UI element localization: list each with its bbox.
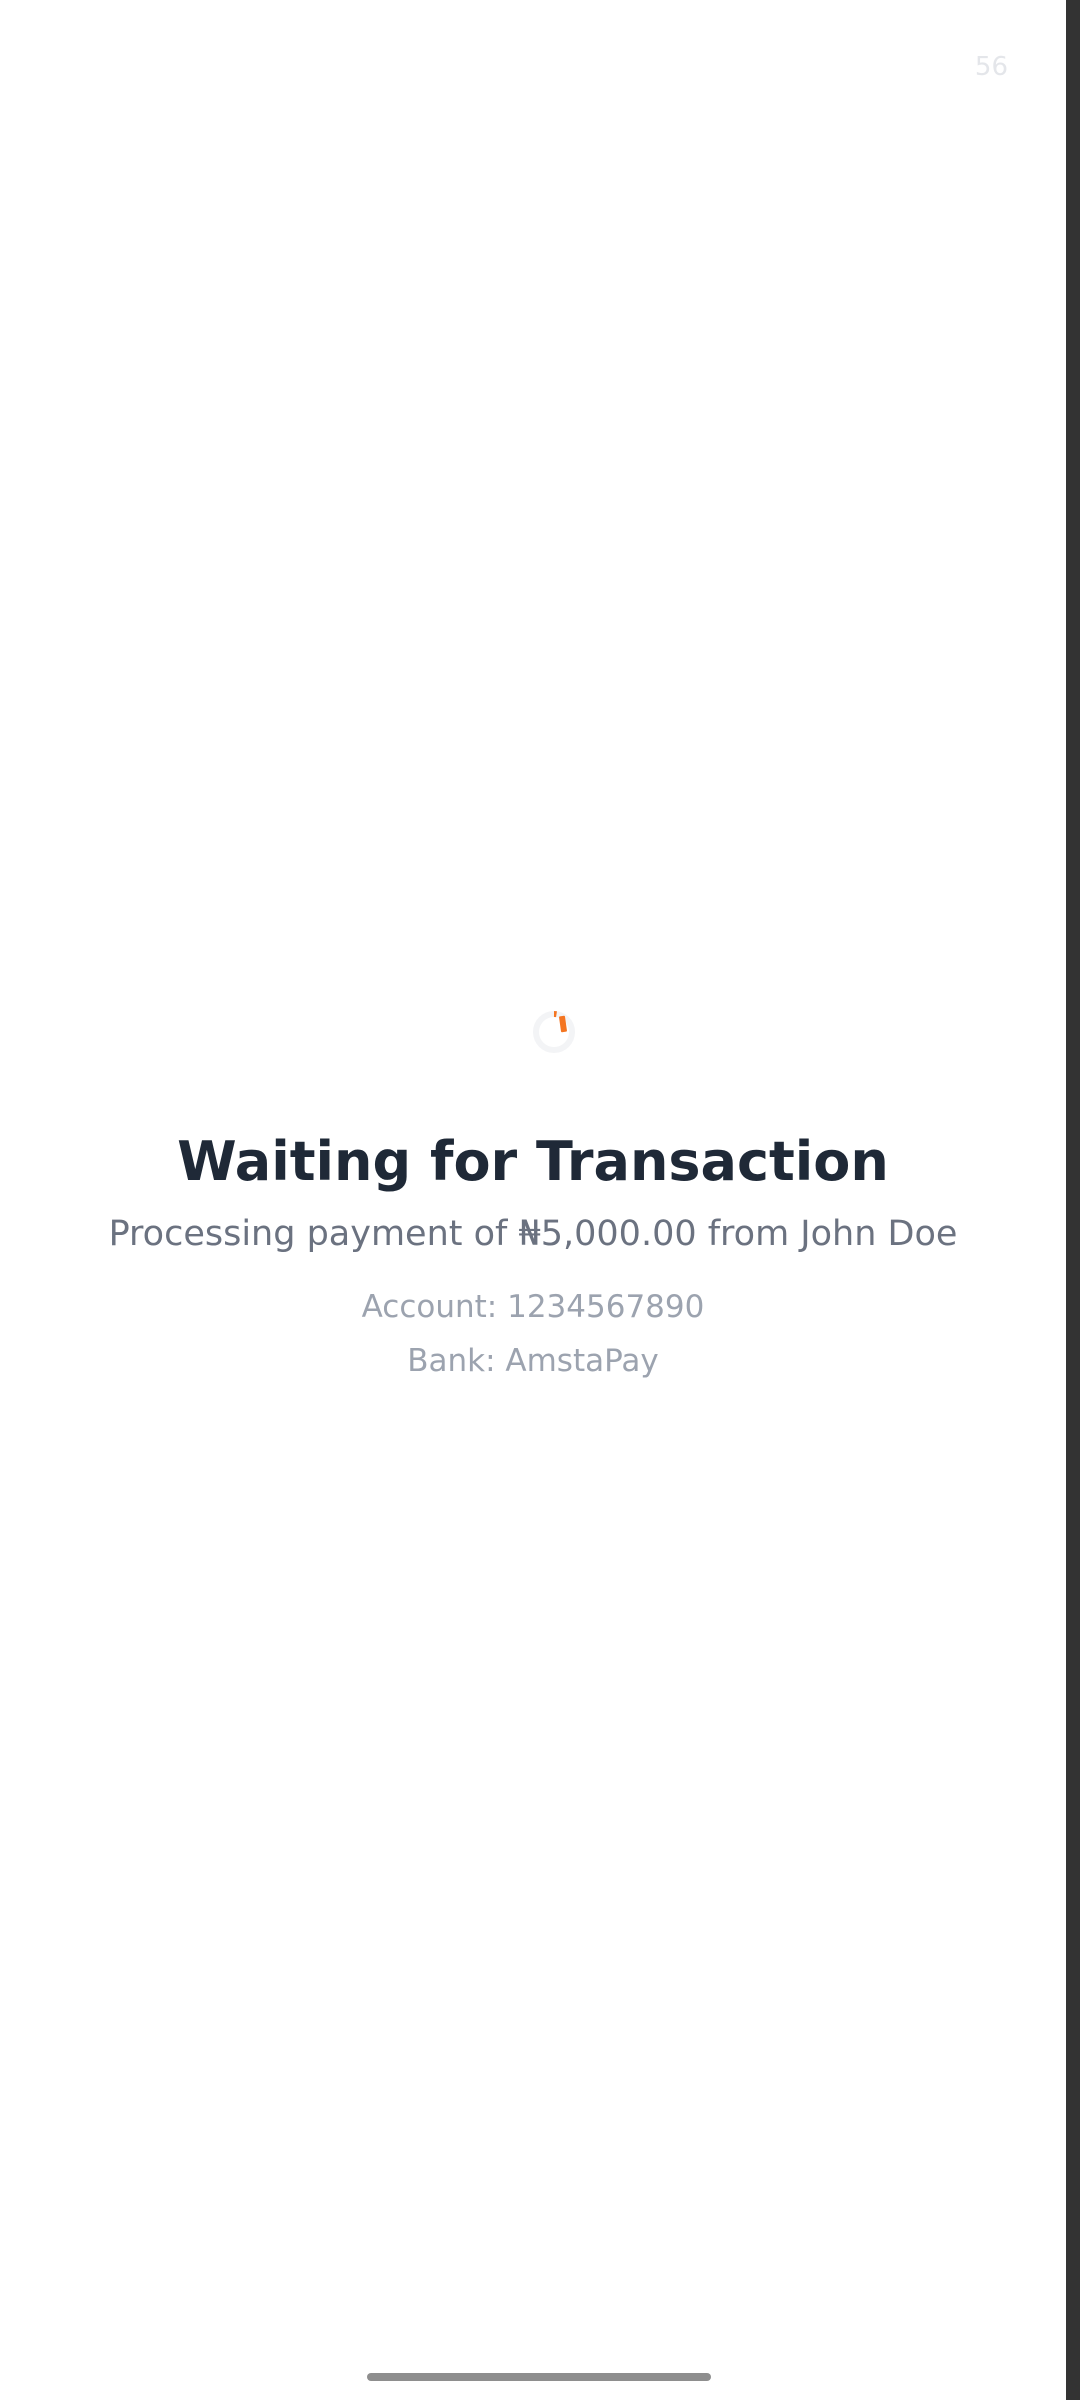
window-edge <box>1066 0 1080 2400</box>
transaction-status: Waiting for Transaction Processing payme… <box>0 1122 1066 1388</box>
account-number: Account: 1234567890 <box>361 1289 705 1325</box>
page-title: Waiting for Transaction <box>177 1130 889 1193</box>
home-indicator[interactable] <box>367 2373 711 2381</box>
waiting-screen: 56 Waiting for Transaction Processing pa… <box>0 0 1080 2400</box>
payment-description: Processing payment of ₦5,000.00 from Joh… <box>108 1214 958 1254</box>
bank-name: Bank: AmstaPay <box>407 1343 659 1379</box>
loading-spinner-icon <box>533 1011 575 1053</box>
countdown-timer: 56 <box>974 52 1008 82</box>
